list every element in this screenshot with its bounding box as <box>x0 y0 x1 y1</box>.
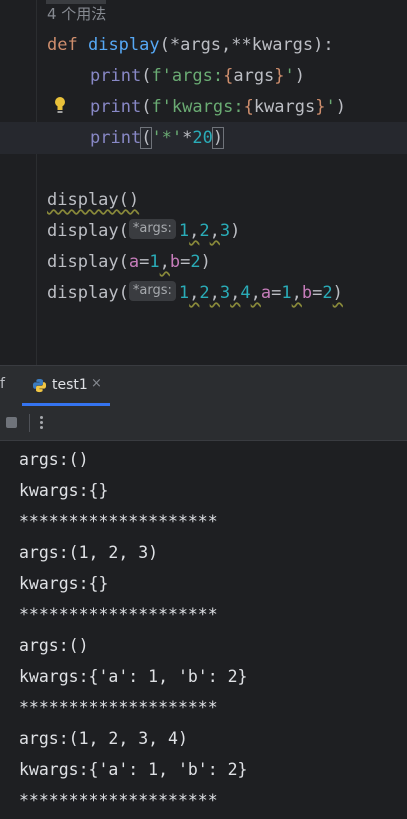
console-line: ******************** <box>19 791 218 810</box>
tab-test1[interactable]: test1 × <box>22 366 110 406</box>
console-line: kwargs:{'a': 1, 'b': 2} <box>19 760 248 779</box>
def-params: (*args,**kwargs): <box>159 35 334 55</box>
console-line: args:(1, 2, 3, 4) <box>19 729 188 748</box>
lightbulb-icon[interactable] <box>53 96 67 114</box>
tab-previous[interactable]: f <box>0 376 5 392</box>
print-call: print <box>90 66 142 86</box>
code-line-print-stars[interactable]: print('*'*20) <box>90 123 225 153</box>
console-line: ******************** <box>19 512 218 531</box>
brace: } <box>315 97 326 117</box>
def-keyword: def <box>47 35 78 55</box>
brace: { <box>223 66 234 86</box>
paren: ( <box>141 97 152 117</box>
param-inlay-hint: *args: <box>128 219 176 239</box>
kwarg-value: 1 <box>149 252 160 272</box>
code-line-call-mixed[interactable]: display(*args: 1,2,3,4,a=1,b=2) <box>47 278 343 308</box>
fstring-prefix: f'args: <box>151 66 224 86</box>
arg: 3 <box>219 283 231 303</box>
code-editor[interactable]: 4 个用法 def display(*args,**kwargs): print… <box>0 0 407 365</box>
kwarg-name: a <box>128 252 140 272</box>
kwarg-name: b <box>301 283 313 303</box>
print-call: print <box>90 97 142 117</box>
code-line-print-kwargs[interactable]: print(f'kwargs:{kwargs}') <box>90 92 346 122</box>
arg: 1 <box>178 221 190 241</box>
close-icon[interactable]: × <box>91 376 102 391</box>
kwarg-name: b <box>169 252 181 272</box>
code-line-print-args[interactable]: print(f'args:{args}') <box>90 61 305 91</box>
toolbar-separator <box>29 414 30 432</box>
python-icon <box>32 378 47 393</box>
stop-icon[interactable] <box>6 417 17 428</box>
kwarg-value: 2 <box>322 283 333 303</box>
fstring-var: kwargs <box>253 97 316 117</box>
console-line: kwargs:{} <box>19 481 109 500</box>
console-line: kwargs:{'a': 1, 'b': 2} <box>19 667 248 686</box>
arg: 3 <box>219 221 231 241</box>
param-inlay-hint: *args: <box>128 281 176 301</box>
fstring-prefix: f'kwargs: <box>151 97 244 117</box>
call-name: display <box>47 252 119 272</box>
paren: ( <box>140 127 153 149</box>
code-line-call-empty[interactable]: display() <box>47 185 139 215</box>
console-line: ******************** <box>19 605 218 624</box>
console-line: args:(1, 2, 3) <box>19 543 159 562</box>
code-line-call-kwargs[interactable]: display(a=1,b=2) <box>47 247 211 277</box>
kwarg-value: 1 <box>281 283 292 303</box>
console-output[interactable]: args:() kwargs:{} ******************** a… <box>0 441 407 819</box>
usages-hint[interactable]: 4 个用法 <box>47 3 106 24</box>
tab-label: test1 <box>52 377 88 393</box>
run-tab-bar: f test1 × <box>0 365 407 406</box>
paren: ) <box>294 66 306 86</box>
paren: ) <box>211 127 225 149</box>
call-name: display <box>47 221 119 241</box>
paren: ( <box>141 66 152 86</box>
console-line: ******************** <box>19 698 218 717</box>
console-line: args:() <box>19 450 89 469</box>
run-toolbar <box>0 406 407 441</box>
string-literal: '*' <box>151 128 183 148</box>
call-name: display <box>47 283 119 303</box>
operator: * <box>182 128 193 148</box>
kwarg-value: 2 <box>190 252 201 272</box>
arg: 4 <box>240 283 251 303</box>
clipped-line-remnant <box>100 441 360 443</box>
quote: ' <box>325 97 336 117</box>
console-line: kwargs:{} <box>19 574 109 593</box>
function-name[interactable]: display <box>88 35 160 55</box>
console-line: args:() <box>19 636 89 655</box>
arg: 2 <box>199 283 210 303</box>
arg: 2 <box>199 221 210 241</box>
arg: 1 <box>178 283 190 303</box>
paren: ) <box>335 97 346 117</box>
quote: ' <box>284 66 295 86</box>
brace: { <box>243 97 254 117</box>
code-line-call-args[interactable]: display(*args: 1,2,3) <box>47 216 240 246</box>
brace: } <box>274 66 285 86</box>
fstring-var: args <box>233 66 275 86</box>
print-call: print <box>90 128 142 148</box>
more-options-icon[interactable] <box>40 414 44 432</box>
code-line-def[interactable]: def display(*args,**kwargs): <box>47 30 334 60</box>
number-literal: 20 <box>192 128 213 148</box>
run-tool-window: f test1 × args:() kwargs:{} ************… <box>0 365 407 819</box>
gutter-divider <box>36 0 37 365</box>
kwarg-name: a <box>260 283 272 303</box>
